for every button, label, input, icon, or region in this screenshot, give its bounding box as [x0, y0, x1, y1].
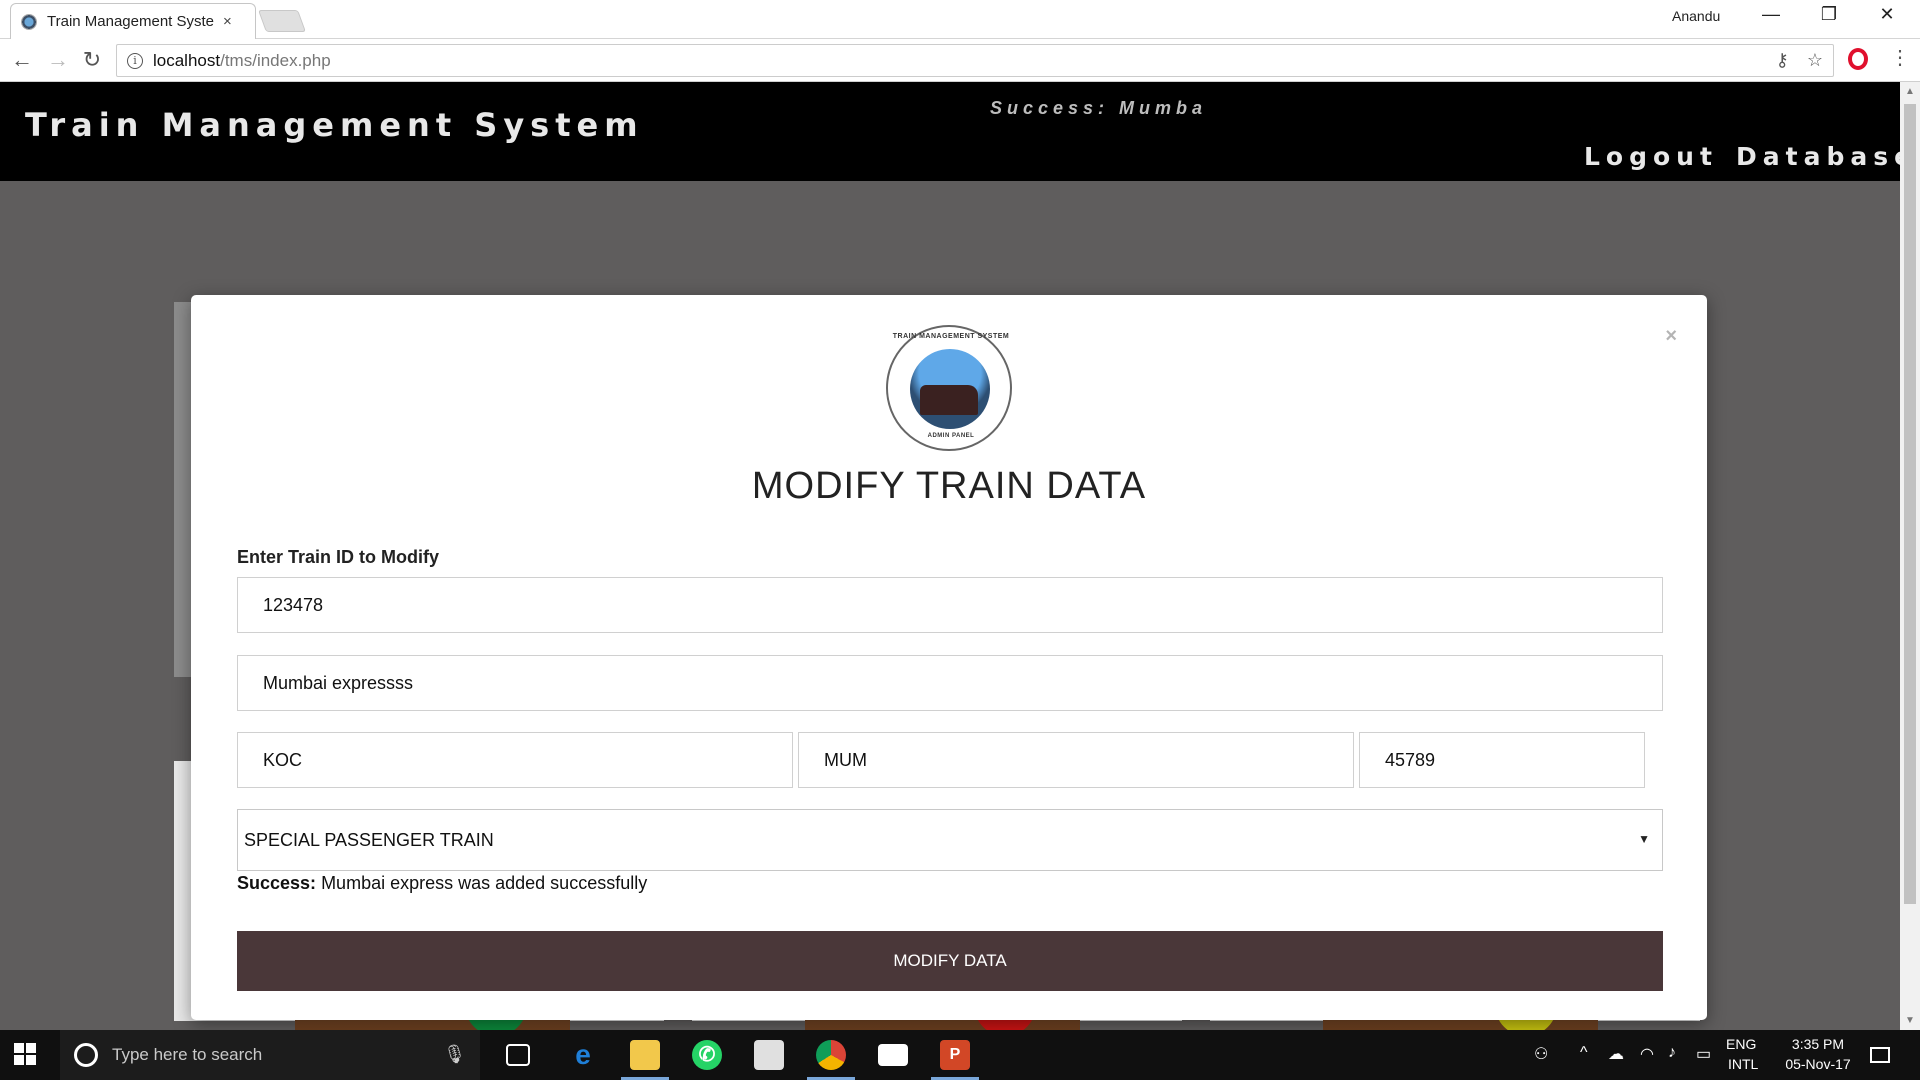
- nav-logout-link[interactable]: Logout: [1584, 142, 1718, 171]
- site-title: Train Management System: [25, 106, 644, 144]
- mail-icon[interactable]: [878, 1044, 908, 1066]
- form-success-message: Success: Mumbai express was added succes…: [237, 873, 647, 894]
- logo-text-bottom: ADMIN PANEL: [927, 433, 975, 439]
- new-tab-button[interactable]: [257, 10, 307, 32]
- train-type-select[interactable]: SPECIAL PASSENGER TRAIN ▼: [237, 809, 1663, 871]
- microphone-icon[interactable]: 🎙: [443, 1044, 466, 1065]
- browser-tab-bar: Train Management Syste × Anandu — ❐ ✕: [0, 0, 1920, 39]
- minimize-button[interactable]: —: [1748, 4, 1794, 25]
- bookmark-star-icon[interactable]: ☆: [1807, 50, 1823, 71]
- modal-heading: MODIFY TRAIN DATA: [751, 465, 1147, 507]
- page-scrollbar[interactable]: ▲ ▼: [1900, 82, 1920, 1030]
- train-number-input[interactable]: 45789: [1359, 732, 1645, 788]
- task-view-icon[interactable]: [506, 1044, 530, 1066]
- train-id-label: Enter Train ID to Modify: [237, 547, 440, 567]
- scroll-thumb[interactable]: [1904, 104, 1916, 904]
- restore-button[interactable]: ❐: [1806, 4, 1852, 25]
- web-page: Train Management System Success: Mumba L…: [0, 82, 1900, 1030]
- language-indicator-bottom[interactable]: INTL: [1728, 1056, 1758, 1072]
- scroll-down-icon[interactable]: ▼: [1905, 1015, 1915, 1026]
- browser-toolbar: ← → ↻ i localhost /tms/index.php ⚷ ☆ ⋮: [0, 39, 1920, 82]
- powerpoint-icon[interactable]: P: [940, 1040, 970, 1070]
- train-id-input[interactable]: 123478: [237, 577, 1663, 633]
- people-icon[interactable]: ⚇: [1534, 1044, 1548, 1064]
- store-icon[interactable]: [754, 1040, 784, 1070]
- show-hidden-icons-icon[interactable]: ^: [1580, 1044, 1588, 1062]
- dropdown-arrow-icon: ▼: [1638, 832, 1650, 846]
- success-text: Mumbai express was added successfully: [316, 873, 648, 893]
- modal-backdrop[interactable]: + − ✎ × TRAIN MANAGEMENT SYSTEM ADMIN PA…: [0, 181, 1900, 1030]
- destination-station-input[interactable]: MUM: [798, 732, 1354, 788]
- browser-tab[interactable]: Train Management Syste ×: [10, 3, 256, 39]
- file-explorer-icon[interactable]: [630, 1040, 660, 1070]
- train-type-selected: SPECIAL PASSENGER TRAIN: [244, 829, 494, 850]
- opera-extension-icon[interactable]: [1848, 48, 1868, 70]
- windows-start-icon[interactable]: [14, 1043, 36, 1065]
- forward-arrow-icon[interactable]: →: [44, 47, 72, 73]
- header-status-message: Success: Mumba: [990, 98, 1208, 118]
- nav-database-link[interactable]: Database: [1736, 142, 1900, 171]
- edge-browser-icon[interactable]: e: [568, 1040, 598, 1070]
- clock-time[interactable]: 3:35 PM: [1782, 1036, 1854, 1052]
- site-header: Train Management System Success: Mumba L…: [0, 82, 1900, 181]
- windows-taskbar: Type here to search 🎙 e ✆ P ⚇ ^ ☁ ◠ ♪ ▭ …: [0, 1030, 1920, 1080]
- train-name-input[interactable]: Mumbai expressss: [237, 655, 1663, 711]
- scroll-up-icon[interactable]: ▲: [1905, 86, 1915, 97]
- cortana-icon: [74, 1043, 98, 1067]
- url-host: localhost: [153, 50, 221, 70]
- info-icon[interactable]: i: [127, 52, 143, 69]
- back-arrow-icon[interactable]: ←: [8, 47, 36, 73]
- browser-menu-icon[interactable]: ⋮: [1890, 45, 1910, 70]
- logo-text-top: TRAIN MANAGEMENT SYSTEM: [892, 333, 1010, 340]
- taskbar-search-box[interactable]: Type here to search 🎙: [60, 1030, 480, 1080]
- source-station-input[interactable]: KOC: [237, 732, 793, 788]
- wifi-icon[interactable]: ◠: [1640, 1044, 1654, 1064]
- chrome-icon[interactable]: [816, 1040, 846, 1070]
- whatsapp-icon[interactable]: ✆: [692, 1040, 722, 1070]
- action-center-icon[interactable]: [1870, 1047, 1890, 1063]
- modal-close-icon[interactable]: ×: [1665, 325, 1677, 348]
- volume-icon[interactable]: ♪: [1668, 1044, 1676, 1062]
- window-user-name: Anandu: [1672, 8, 1721, 24]
- modify-data-button[interactable]: MODIFY DATA: [237, 931, 1663, 991]
- tab-close-icon[interactable]: ×: [223, 13, 232, 30]
- onedrive-icon[interactable]: ☁: [1608, 1044, 1624, 1064]
- reload-icon[interactable]: ↻: [78, 47, 106, 73]
- background-panel: [174, 302, 192, 677]
- site-favicon-icon: [21, 13, 37, 30]
- locomotive-icon: [910, 349, 990, 429]
- train-management-logo: TRAIN MANAGEMENT SYSTEM ADMIN PANEL: [886, 325, 1012, 451]
- modify-train-modal: × TRAIN MANAGEMENT SYSTEM ADMIN PANEL MO…: [191, 295, 1707, 1020]
- url-path: /tms/index.php: [220, 50, 331, 70]
- battery-icon[interactable]: ▭: [1696, 1044, 1711, 1064]
- address-bar[interactable]: i localhost /tms/index.php ⚷ ☆: [116, 44, 1834, 77]
- close-window-button[interactable]: ✕: [1864, 4, 1910, 25]
- clock-date[interactable]: 05-Nov-17: [1776, 1056, 1860, 1072]
- key-icon[interactable]: ⚷: [1776, 50, 1789, 71]
- success-label: Success:: [237, 873, 317, 893]
- tab-title: Train Management Syste: [47, 13, 215, 30]
- taskbar-search-placeholder: Type here to search: [112, 1045, 263, 1064]
- language-indicator-top[interactable]: ENG: [1726, 1036, 1756, 1052]
